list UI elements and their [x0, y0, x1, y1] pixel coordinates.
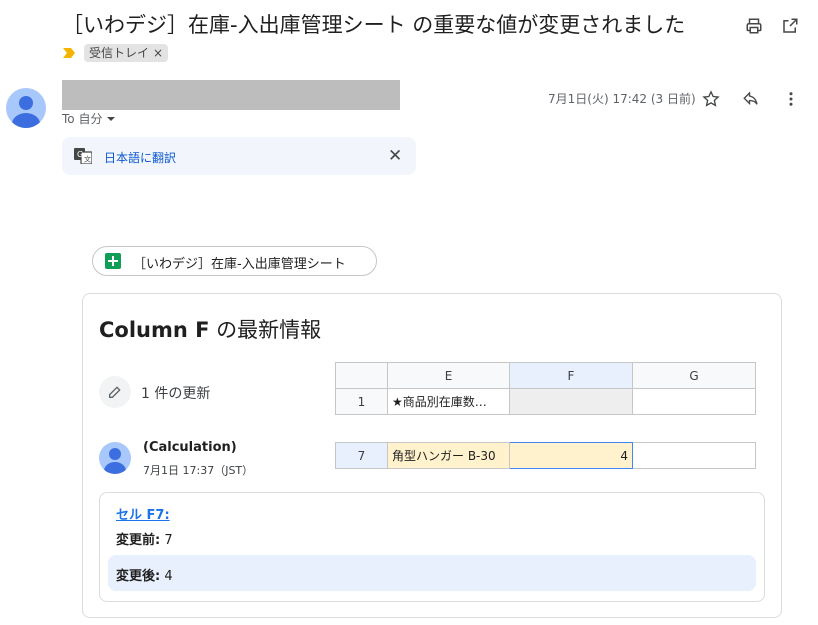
email-date: 7月1日(火) 17:42 (3 日前) — [548, 92, 696, 106]
card-title-column: Column F — [99, 318, 210, 342]
author-avatar — [99, 442, 131, 474]
cell-link[interactable]: セル F7: — [116, 504, 170, 523]
grid-col-g: G — [632, 362, 756, 389]
translate-link[interactable]: 日本語に翻訳 — [104, 149, 176, 166]
card-title: Column F の最新情報 — [99, 314, 321, 344]
recipient-text: To 自分 — [62, 112, 103, 126]
sender-avatar[interactable] — [6, 88, 46, 128]
before-value: 7 — [160, 533, 173, 548]
reply-icon[interactable] — [739, 87, 763, 111]
email-subject: ［いわデジ］在庫-入出庫管理シート の重要な値が変更されました — [62, 13, 686, 37]
after-value-line: 変更後: 4 — [116, 565, 173, 584]
card-title-rest: の最新情報 — [209, 318, 322, 342]
author-time: 7月1日 17:37（JST） — [143, 464, 254, 477]
pencil-icon — [99, 376, 131, 408]
grid-cell-g1 — [632, 388, 756, 415]
before-label: 変更前: — [116, 533, 161, 548]
chevron-down-icon[interactable] — [106, 114, 116, 124]
after-value: 4 — [160, 569, 173, 584]
header-grid-row-1: 1 ★商品別在庫数… — [335, 388, 756, 415]
important-marker-icon[interactable] — [62, 47, 76, 59]
grid-cell-e1: ★商品別在庫数… — [387, 388, 510, 415]
subject-row: ［いわデジ］在庫-入出庫管理シート の重要な値が変更されました — [62, 10, 802, 42]
before-value-line: 変更前: 7 — [116, 529, 173, 548]
label-remove-button[interactable]: × — [153, 45, 163, 61]
grid-cell-e7: 角型ハンガー B-30 — [387, 442, 510, 469]
open-in-new-icon[interactable] — [778, 14, 802, 38]
more-vert-icon[interactable] — [779, 87, 803, 111]
label-chip-text: 受信トレイ — [89, 46, 150, 60]
grid-rownum-1: 1 — [335, 388, 388, 415]
translate-bar: G 文 日本語に翻訳 ✕ — [62, 137, 416, 175]
grid-col-e: E — [387, 362, 510, 389]
sheet-link-chip[interactable]: ［いわデジ］在庫-入出庫管理シート — [92, 246, 377, 276]
update-count: 1 件の更新 — [141, 386, 211, 402]
sender-name-redacted — [62, 80, 400, 110]
change-grid: 7 角型ハンガー B-30 4 — [335, 442, 756, 469]
star-icon[interactable] — [699, 87, 723, 111]
header-grid: E F G 1 ★商品別在庫数… — [335, 362, 756, 415]
print-icon[interactable] — [742, 14, 766, 38]
translate-close-button[interactable]: ✕ — [388, 146, 402, 166]
label-row: 受信トレイ × — [62, 43, 169, 63]
header-grid-columns: E F G — [335, 362, 756, 389]
label-chip-inbox[interactable]: 受信トレイ × — [84, 44, 169, 62]
sheet-chip-label: ［いわデジ］在庫-入出庫管理シート — [133, 257, 346, 272]
grid-cell-f7: 4 — [509, 442, 633, 469]
after-value-box: 変更後: 4 — [108, 555, 756, 591]
update-card: Column F の最新情報 1 件の更新 E F G 1 ★商品別在庫数… (… — [82, 293, 782, 618]
translate-icon: G 文 — [74, 148, 92, 164]
svg-text:G: G — [77, 150, 83, 159]
recipient-line[interactable]: To 自分 — [62, 110, 116, 127]
grid-col-f: F — [509, 362, 633, 389]
svg-text:文: 文 — [84, 155, 91, 164]
after-label: 変更後: — [116, 569, 161, 584]
sheets-icon — [105, 253, 121, 269]
grid-cell-g7 — [632, 442, 756, 469]
grid-corner — [335, 362, 388, 389]
change-grid-row-7: 7 角型ハンガー B-30 4 — [335, 442, 756, 469]
grid-rownum-7: 7 — [335, 442, 388, 469]
author-name: (Calculation) — [143, 440, 237, 455]
grid-cell-f1 — [509, 388, 633, 415]
change-detail-box: セル F7: 変更前: 7 変更後: 4 — [99, 492, 765, 602]
